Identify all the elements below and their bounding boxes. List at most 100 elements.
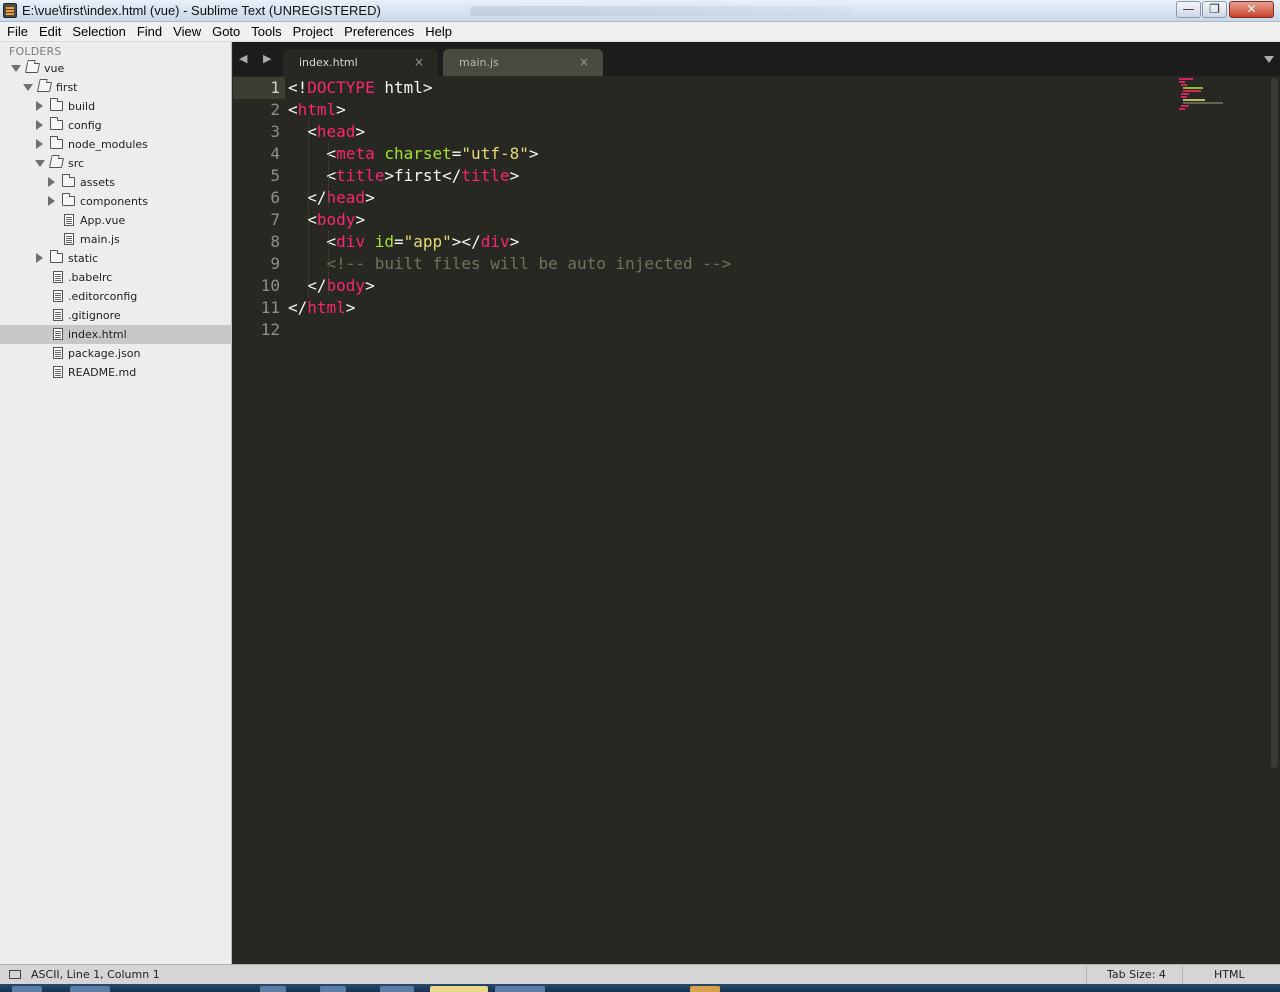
code-editor[interactable]: 1 2 3 4 5 6 7 8 9 10 11 12 <!DOCTYPE html> <html> <h… [233,76,1280,964]
tree-item-label: static [68,252,99,265]
taskbar-item[interactable] [12,986,42,992]
indent-guide [308,121,309,297]
code-line[interactable]: <!DOCTYPE html> [288,77,433,99]
code-line[interactable]: </html> [288,297,355,319]
line-number: 11 [260,298,280,317]
expand-arrow-closed-icon[interactable] [48,196,55,206]
taskbar-item[interactable] [495,986,545,992]
tab-index-html[interactable]: index.html × [283,49,438,76]
panel-toggle-icon[interactable] [9,970,21,979]
code-line[interactable]: <body> [288,209,365,231]
code-line[interactable]: <title>first</title> [288,165,520,187]
menu-find[interactable]: Find [132,22,168,41]
minimap[interactable] [1179,78,1229,110]
expand-arrow-closed-icon[interactable] [36,101,43,111]
code-line[interactable]: <head> [288,121,365,143]
folder-item[interactable]: components [0,192,232,211]
minimize-button[interactable]: — [1176,1,1201,18]
minimap-line [1183,87,1203,89]
taskbar-item[interactable] [690,986,720,992]
minimap-line [1183,102,1223,104]
file-item[interactable]: .babelrc [0,268,232,287]
os-taskbar [0,984,1280,992]
folder-item[interactable]: first [0,78,232,97]
code-line[interactable]: <html> [288,99,346,121]
tab-nav-arrows[interactable]: ◀ ▶ [239,52,277,65]
menu-goto[interactable]: Goto [207,22,246,41]
code-line[interactable]: <div id="app"></div> [288,231,520,253]
minimap-line [1181,96,1187,98]
folder-item[interactable]: src [0,154,232,173]
line-number: 3 [270,122,280,141]
maximize-button[interactable]: ❐ [1202,1,1227,18]
code-token-p: > [528,144,539,163]
minimize-icon: — [1182,2,1195,16]
syntax-selector[interactable]: HTML [1182,965,1280,985]
file-icon [53,271,63,283]
expand-arrow-open-icon[interactable] [23,84,33,91]
taskbar-item[interactable] [430,986,488,992]
file-item[interactable]: .gitignore [0,306,232,325]
expand-arrow-closed-icon[interactable] [48,177,55,187]
vertical-scrollbar[interactable] [1271,78,1278,768]
menu-tools[interactable]: Tools [246,22,287,41]
tab-list-dropdown-icon[interactable] [1264,56,1274,63]
folder-item[interactable]: config [0,116,232,135]
tree-item-label: first [56,81,78,94]
line-number-gutter: 1 2 3 4 5 6 7 8 9 10 11 12 [233,76,285,964]
expand-arrow-open-icon[interactable] [35,160,45,167]
menu-view[interactable]: View [168,22,207,41]
folder-item[interactable]: assets [0,173,232,192]
folder-item[interactable]: node_modules [0,135,232,154]
file-item[interactable]: package.json [0,344,232,363]
minimap-line [1181,84,1187,86]
code-line[interactable]: <!-- built files will be auto injected -… [288,253,732,275]
code-line[interactable]: </body> [288,275,374,297]
taskbar-item[interactable] [380,986,414,992]
file-item[interactable]: main.js [0,230,232,249]
code-token-p: > [355,122,366,141]
expand-arrow-open-icon[interactable] [11,65,21,72]
code-token-attr: id [374,232,394,251]
tab-size-selector[interactable]: Tab Size: 4 [1086,965,1182,985]
code-token-tag: body [326,276,366,295]
menu-selection[interactable]: Selection [67,22,131,41]
menu-help[interactable]: Help [420,22,458,41]
file-icon [53,347,63,359]
tree-item-label: .editorconfig [68,290,138,303]
folder-item[interactable]: build [0,97,232,116]
sublime-app-icon[interactable] [3,3,17,18]
taskbar-item[interactable] [320,986,346,992]
menu-file[interactable]: File [2,22,34,41]
folder-item[interactable]: static [0,249,232,268]
code-token-tag: DOCTYPE [307,78,375,97]
code-token-p: < [288,122,317,141]
tab-bar: ◀ ▶ index.html × main.js × [233,42,1280,76]
code-token-p: > [345,298,356,317]
menu-edit[interactable]: Edit [34,22,67,41]
code-line[interactable]: </head> [288,187,374,209]
tab-main-js[interactable]: main.js × [443,49,603,76]
code-token-p: = [451,144,462,163]
menu-preferences[interactable]: Preferences [339,22,420,41]
menu-project[interactable]: Project [288,22,339,41]
taskbar-item[interactable] [260,986,286,992]
expand-arrow-closed-icon[interactable] [36,253,43,263]
file-item[interactable]: index.html [0,325,232,344]
file-item[interactable]: App.vue [0,211,232,230]
file-item[interactable]: README.md [0,363,232,382]
expand-arrow-closed-icon[interactable] [36,120,43,130]
minimap-line [1183,90,1201,92]
sidebar-header: FOLDERS [9,45,62,58]
file-item[interactable]: .editorconfig [0,287,232,306]
close-window-button[interactable]: ✕ [1229,1,1274,18]
tab-close-icon[interactable]: × [414,55,424,69]
tree-item-label: assets [80,176,116,189]
window-title: E:\vue\first\index.html (vue) - Sublime … [22,3,381,18]
expand-arrow-closed-icon[interactable] [36,139,43,149]
folder-item[interactable]: vue [0,59,232,78]
line-number: 8 [270,232,280,251]
taskbar-item[interactable] [70,986,110,992]
code-line[interactable]: <meta charset="utf-8"> [288,143,539,165]
tab-close-icon[interactable]: × [579,55,589,69]
